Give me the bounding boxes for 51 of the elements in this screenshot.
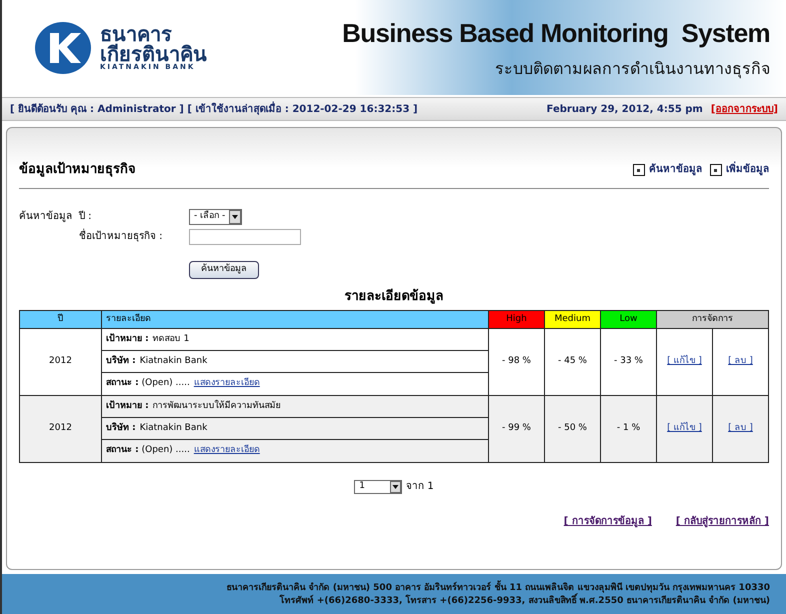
search-button[interactable]: ค้นหาข้อมูล	[189, 260, 259, 278]
high-cell: - 98 %	[488, 328, 544, 396]
column-header: Low	[600, 310, 656, 328]
page-title: ข้อมูลเป้าหมายธุรกิจ	[19, 160, 136, 179]
logo-icon	[34, 20, 92, 74]
table-caption: รายละเอียดข้อมูล	[344, 288, 444, 306]
detail-line: เป้าหมาย : ทดสอบ 1	[102, 329, 488, 351]
page-count: จาก 1	[406, 480, 434, 494]
delete-link[interactable]: [ ลบ ]	[728, 423, 753, 434]
status-text: สถานะ : (Open) .....	[106, 444, 190, 458]
year-label: ปี :	[79, 210, 93, 224]
column-header: รายละเอียด	[102, 310, 488, 328]
year-dropdown[interactable]: - เลือก -	[189, 208, 242, 224]
name-input-field[interactable]	[189, 228, 301, 244]
details-link[interactable]: แสดงรายละเอียด	[194, 377, 260, 391]
column-header: High	[488, 310, 544, 328]
footer-text: โทรศัพท์ +(66)2680-3333, โทรสาร +(66)2256-9933, สงวนลิขสิทธิ์ พ.ศ.2550 ธนาคารเกียรตินาคิน จำกัด (มหาชน)	[280, 595, 770, 608]
logo-text: ธนาคาร	[100, 24, 172, 44]
low-cell: - 33 %	[600, 328, 656, 396]
column-header: Medium	[544, 310, 600, 328]
high-cell: - 99 %	[488, 396, 544, 462]
app-subtitle: ระบบติดตามผลการดำเนินงานทางธุรกิจ	[495, 58, 770, 80]
delete-link[interactable]: [ ลบ ]	[728, 356, 753, 366]
name-label: ชื่อเป้าหมายธุรกิจ :	[79, 229, 189, 244]
document-icon	[633, 164, 645, 176]
nav-link[interactable]: [ การจัดการข้อมูล ]	[564, 514, 652, 529]
detail-line: บริษัท : Kiatnakin Bank	[102, 418, 488, 440]
datetime-text: February 29, 2012, 4:55 pm	[546, 102, 703, 116]
search-label: ค้นหาข้อมูล	[19, 210, 73, 224]
edit-link[interactable]: [ แก้ไข ]	[667, 423, 702, 434]
year-cell: 2012	[20, 328, 102, 396]
nav-link[interactable]: [ กลับสู่รายการหลัก ]	[676, 514, 769, 529]
logout-link[interactable]: [ออกจากระบบ]	[710, 102, 778, 116]
app-title: Business Based Monitoring System	[342, 17, 770, 50]
action-link[interactable]: ค้นหาข้อมูล	[633, 162, 702, 178]
logo-text: เกียรตินาคิน	[100, 44, 207, 64]
medium-cell: - 50 %	[544, 396, 600, 462]
column-header: การจัดการ	[656, 310, 768, 328]
detail-line: บริษัท : Kiatnakin Bank	[102, 351, 488, 373]
edit-link[interactable]: [ แก้ไข ]	[667, 356, 702, 366]
medium-cell: - 45 %	[544, 328, 600, 396]
column-header: ปี	[20, 310, 102, 328]
status-text: สถานะ : (Open) .....	[106, 377, 190, 390]
details-link[interactable]: แสดงรายละเอียด	[194, 444, 260, 458]
action-link[interactable]: เพิ่มข้อมูล	[710, 162, 769, 178]
low-cell: - 1 %	[600, 396, 656, 462]
page-dropdown[interactable]: 1	[354, 480, 402, 494]
document-icon	[710, 164, 722, 176]
detail-line: เป้าหมาย : การพัฒนาระบบให้มีความทันสมัย	[102, 396, 488, 418]
welcome-text: [ ยินดีต้อนรับ คุณ : Administrator ] [ เข้าใช้งานล่าสุดเมื่อ : 2012-02-29 16:32:53 ]	[10, 102, 418, 116]
year-cell: 2012	[20, 396, 102, 462]
